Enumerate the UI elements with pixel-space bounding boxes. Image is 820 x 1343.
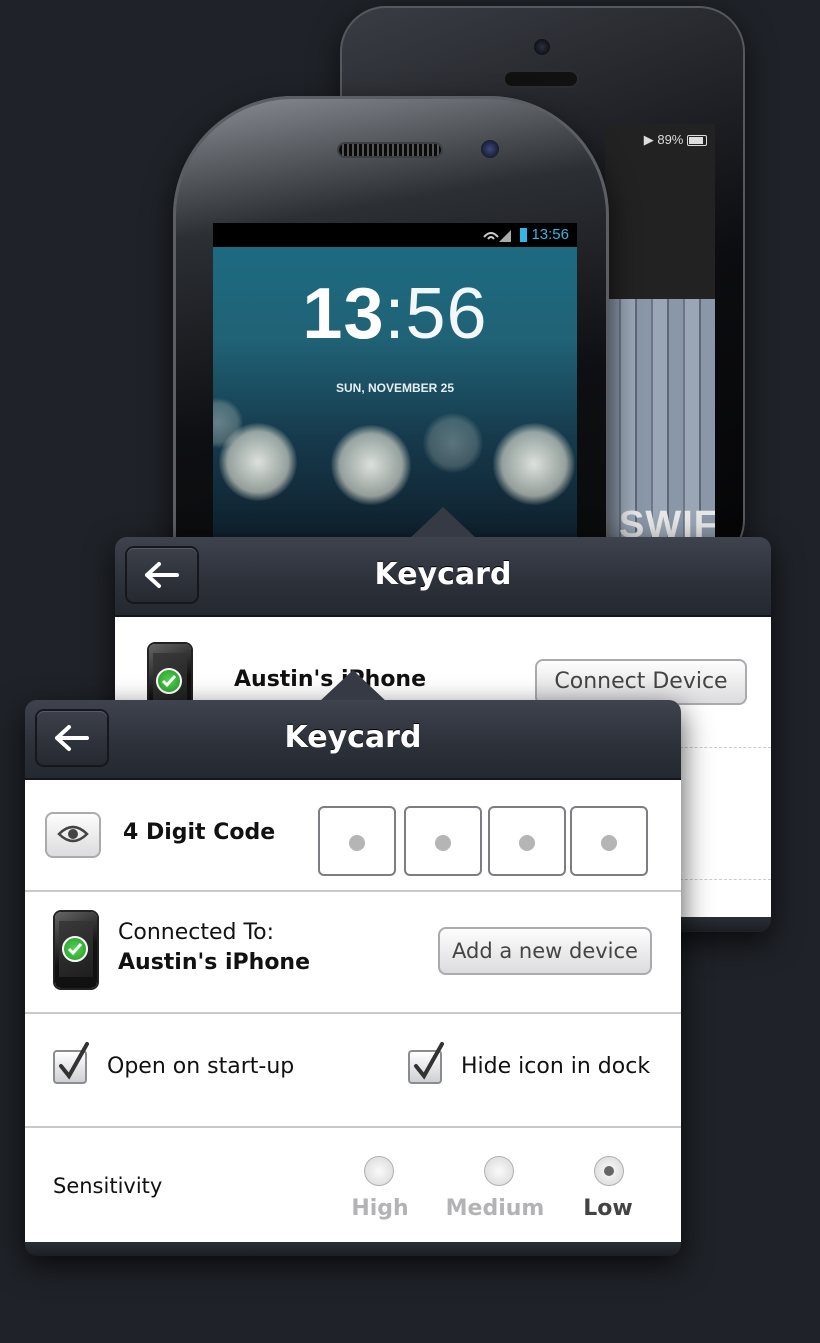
play-icon: ▶ [643,132,654,147]
bokeh-light [331,425,411,505]
lock-date: SUN, NOVEMBER 25 [335,381,455,395]
panel-body: 4 Digit Code Connected To: Austin's iPho… [25,780,681,1242]
sensitivity-low-label: Low [583,1196,633,1221]
iphone-status-bar: ▶ 89% [644,132,707,148]
check-circle-icon [156,668,182,694]
add-new-device-button[interactable]: Add a new device [438,927,652,975]
panel-title: Keycard [374,557,512,592]
panel-footer [25,1242,681,1256]
hide-icon-in-dock-checkbox[interactable] [408,1042,444,1084]
android-device: 13:56 13:56 SUN, NOVEMBER 25 [173,96,609,596]
panel-header: Keycard [25,700,681,780]
clock-hours: 13 [302,274,385,354]
iphone-screen: ▶ 89% SWIFT [605,124,715,554]
iphone-icon [55,912,97,988]
check-circle-icon [62,936,88,962]
sensitivity-high-radio[interactable] [364,1156,394,1186]
android-lock-screen: 13:56 13:56 SUN, NOVEMBER 25 [213,223,577,553]
sensitivity-label: Sensitivity [53,1174,163,1198]
clock-minutes: :56 [384,274,488,354]
iphone-camera [534,39,550,55]
code-digit-1[interactable] [318,806,396,876]
android-speaker-grille [339,144,441,156]
android-camera [481,140,499,158]
battery-icon [520,228,527,242]
panel-header: Keycard [115,537,771,617]
sensitivity-low-radio[interactable] [594,1156,624,1186]
bokeh-light [493,423,575,505]
android-status-time: 13:56 [531,226,569,243]
eye-icon [57,825,89,843]
divider [675,879,771,880]
iphone-speaker [505,72,577,86]
bokeh-light [423,413,483,473]
signal-icon [483,230,511,242]
options-row: Open on start-up Hide icon in dock [25,1014,681,1128]
panel-pointer [319,670,387,702]
code-digit-3[interactable] [488,806,566,876]
connect-device-button[interactable]: Connect Device [535,659,747,705]
checkmark-icon [59,1042,89,1080]
keycard-panel-front: Keycard 4 Digit Code Connected To: Austi… [25,670,681,1256]
code-label: 4 Digit Code [123,820,276,845]
open-on-startup-label: Open on start-up [107,1054,295,1079]
show-code-button[interactable] [45,812,101,858]
code-digit-2[interactable] [404,806,482,876]
open-on-startup-checkbox[interactable] [53,1042,89,1084]
sensitivity-medium-radio[interactable] [484,1156,514,1186]
checkmark-icon [414,1042,444,1080]
iphone-battery-text: 89% [657,132,684,147]
code-row: 4 Digit Code [25,780,681,892]
connected-device-name: Austin's iPhone [118,950,311,975]
android-status-bar: 13:56 [213,223,577,247]
connection-row: Connected To: Austin's iPhone Add a new … [25,892,681,1014]
panel-title: Keycard [284,720,422,755]
sensitivity-high-label: High [351,1196,409,1221]
lock-clock: 13:56 [213,273,577,355]
divider [675,747,771,748]
panel-pointer [409,507,477,539]
sensitivity-medium-label: Medium [445,1196,545,1221]
battery-icon [687,135,707,147]
code-digit-4[interactable] [570,806,648,876]
sensitivity-row: Sensitivity High Medium Low [25,1128,681,1242]
connected-to-label: Connected To: [118,920,275,945]
hide-icon-in-dock-label: Hide icon in dock [461,1054,651,1079]
